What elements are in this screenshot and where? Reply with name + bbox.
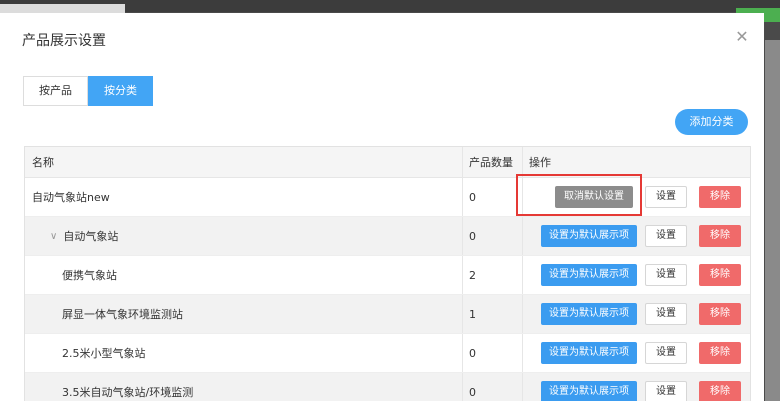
table-header: 名称 产品数量 操作: [25, 147, 750, 178]
row-name: 自动气象站new: [32, 178, 462, 216]
add-category-button[interactable]: 添加分类: [675, 109, 748, 135]
product-display-settings-dialog: 产品展示设置 ✕ 按产品 按分类 添加分类 名称 产品数量 操作 自动气象站ne…: [0, 13, 764, 401]
row-name-text: 3.5米自动气象站/环境监测: [62, 386, 194, 399]
row-count: 2: [469, 268, 476, 282]
table-row: 3.5米自动气象站/环境监测 0 设置为默认展示项 设置 移除: [25, 373, 750, 401]
table-row: 2.5米小型气象站 0 设置为默认展示项 设置 移除: [25, 334, 750, 373]
set-default-button[interactable]: 设置为默认展示项: [541, 381, 637, 401]
column-divider: [522, 295, 523, 333]
column-divider: [462, 256, 463, 294]
row-name: 便携气象站: [32, 256, 492, 294]
table-row: 便携气象站 2 设置为默认展示项 设置 移除: [25, 256, 750, 295]
row-name: 3.5米自动气象站/环境监测: [32, 373, 492, 401]
tab-group: 按产品 按分类: [23, 76, 153, 106]
row-count: 1: [469, 307, 476, 321]
row-count: 0: [469, 346, 476, 360]
table-row: 屏显一体气象环境监测站 1 设置为默认展示项 设置 移除: [25, 295, 750, 334]
cancel-default-button[interactable]: 取消默认设置: [555, 186, 633, 208]
row-actions: 设置为默认展示项 设置 移除: [529, 373, 750, 401]
remove-button[interactable]: 移除: [699, 186, 741, 208]
close-icon[interactable]: ✕: [732, 27, 752, 47]
row-name-text: 屏显一体气象环境监测站: [62, 308, 183, 321]
table-row: ∨ 自动气象站 0 设置为默认展示项 设置 移除: [25, 217, 750, 256]
edit-button[interactable]: 设置: [645, 381, 687, 401]
row-name-text: 自动气象站new: [32, 191, 110, 204]
column-divider: [462, 178, 463, 216]
set-default-button[interactable]: 设置为默认展示项: [541, 264, 637, 286]
column-divider: [522, 217, 523, 255]
column-divider: [462, 295, 463, 333]
remove-button[interactable]: 移除: [699, 225, 741, 247]
row-actions: 设置为默认展示项 设置 移除: [529, 334, 750, 372]
header-ops: 操作: [529, 156, 551, 169]
row-name-text: 自动气象站: [63, 230, 119, 243]
remove-button[interactable]: 移除: [699, 303, 741, 325]
header-count: 产品数量: [469, 156, 513, 169]
row-name: 屏显一体气象环境监测站: [32, 295, 492, 333]
row-name-text: 2.5米小型气象站: [62, 347, 146, 360]
tab-by-product[interactable]: 按产品: [23, 76, 88, 106]
column-divider: [522, 334, 523, 372]
column-divider: [522, 373, 523, 401]
remove-button[interactable]: 移除: [699, 342, 741, 364]
edit-button[interactable]: 设置: [645, 342, 687, 364]
row-count: 0: [469, 190, 476, 204]
edit-button[interactable]: 设置: [645, 264, 687, 286]
set-default-button[interactable]: 设置为默认展示项: [541, 225, 637, 247]
row-count: 0: [469, 229, 476, 243]
table-row: 自动气象站new 0 取消默认设置 设置 移除: [25, 178, 750, 217]
category-table: 名称 产品数量 操作 自动气象站new 0 取消默认设置 设置 移除 ∨ 自动气象站 0 设置为…: [24, 146, 751, 401]
background-overlay: [765, 40, 780, 401]
set-default-button[interactable]: 设置为默认展示项: [541, 303, 637, 325]
column-divider: [462, 334, 463, 372]
row-name-text: 便携气象站: [62, 269, 117, 282]
chevron-down-icon[interactable]: ∨: [50, 231, 57, 242]
column-divider: [522, 178, 523, 216]
edit-button[interactable]: 设置: [645, 186, 687, 208]
remove-button[interactable]: 移除: [699, 264, 741, 286]
column-divider: [462, 147, 463, 177]
header-name: 名称: [32, 156, 54, 169]
column-divider: [522, 256, 523, 294]
column-divider: [462, 373, 463, 401]
dialog-title: 产品展示设置: [22, 33, 106, 49]
column-divider: [522, 147, 523, 177]
row-actions: 设置为默认展示项 设置 移除: [529, 217, 750, 255]
edit-button[interactable]: 设置: [645, 225, 687, 247]
set-default-button[interactable]: 设置为默认展示项: [541, 342, 637, 364]
remove-button[interactable]: 移除: [699, 381, 741, 401]
row-name: ∨ 自动气象站: [32, 217, 480, 255]
row-name: 2.5米小型气象站: [32, 334, 492, 372]
row-actions: 设置为默认展示项 设置 移除: [529, 295, 750, 333]
tab-by-category[interactable]: 按分类: [88, 76, 153, 106]
table-body: 自动气象站new 0 取消默认设置 设置 移除 ∨ 自动气象站 0 设置为默认展示项 设置 移除 便携…: [25, 178, 750, 401]
column-divider: [462, 217, 463, 255]
row-actions: 设置为默认展示项 设置 移除: [529, 256, 750, 294]
row-actions: 取消默认设置 设置 移除: [529, 178, 750, 216]
row-count: 0: [469, 385, 476, 399]
edit-button[interactable]: 设置: [645, 303, 687, 325]
